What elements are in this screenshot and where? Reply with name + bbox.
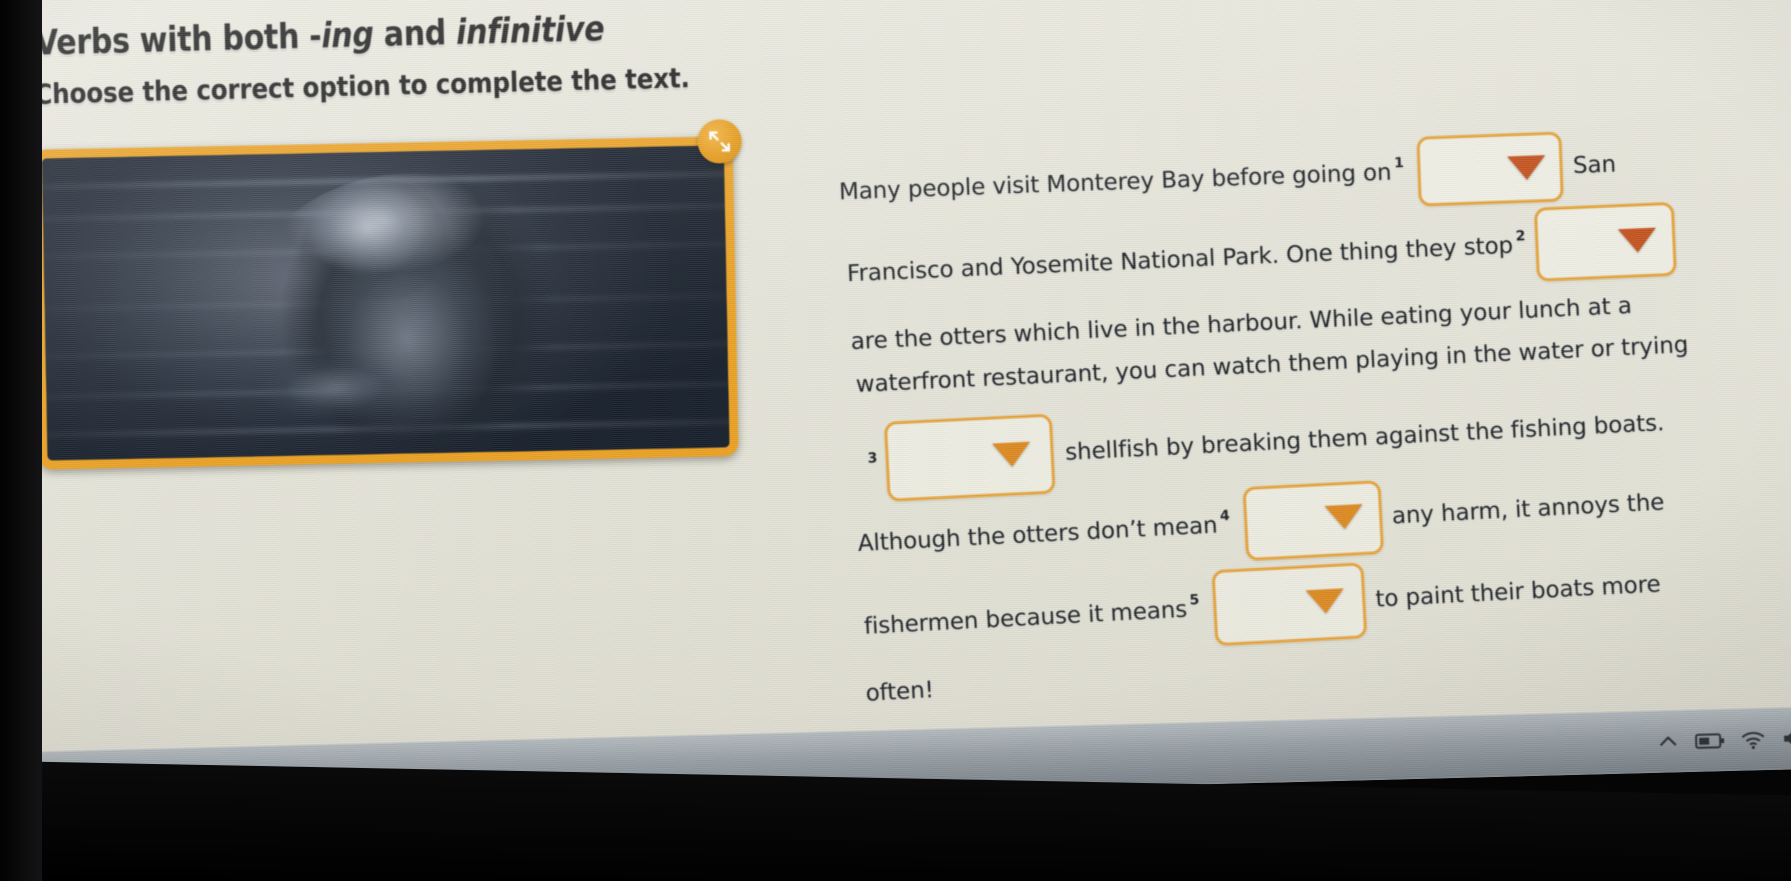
- line-7-text-before: fishermen because it means: [863, 596, 1188, 640]
- line-7-text-after: to paint their boats more: [1374, 571, 1662, 613]
- show-hidden-icons-chevron-up-icon[interactable]: [1657, 730, 1680, 753]
- system-tray: [1657, 727, 1791, 753]
- exercise-image-card: [32, 119, 743, 470]
- line-6-text-before: Although the otters don’t mean: [857, 512, 1219, 558]
- exercise-page: Verbs with both -ing and infinitive Choo…: [0, 0, 1791, 816]
- line-8-text: often!: [864, 677, 935, 707]
- dropdown-5[interactable]: [1211, 562, 1368, 647]
- line-5-text-after: shellfish by breaking them against the f…: [1064, 410, 1665, 466]
- line-5-marker: 3: [867, 450, 878, 467]
- dropdown-3[interactable]: [883, 413, 1056, 502]
- page-title-infinitive: infinitive: [455, 9, 605, 54]
- dropdown-4[interactable]: [1242, 480, 1384, 562]
- monitor-photo: Verbs with both -ing and infinitive Choo…: [0, 0, 1791, 881]
- line-1-text-after: San: [1572, 151, 1617, 180]
- chevron-down-icon: [991, 441, 1031, 468]
- passage-text: Many people visit Monterey Bay before go…: [838, 131, 1768, 707]
- chevron-down-icon: [1305, 588, 1346, 615]
- chevron-down-icon: [1324, 504, 1364, 530]
- otter-photo: [41, 145, 730, 461]
- expand-image-button[interactable]: [697, 119, 743, 164]
- chevron-down-icon: [1618, 227, 1658, 254]
- wifi-icon[interactable]: [1741, 728, 1766, 751]
- line-6-marker: 4: [1219, 507, 1231, 525]
- monitor-bezel-bottom: [0, 761, 1791, 881]
- line-1-text-before: Many people visit Monterey Bay before go…: [838, 159, 1392, 206]
- expand-arrows-icon: [709, 131, 731, 152]
- line-7-marker: 5: [1189, 592, 1200, 609]
- dropdown-2[interactable]: [1534, 201, 1678, 282]
- line-2-text-before: Francisco and Yosemite National Park. On…: [846, 232, 1514, 288]
- page-title: Verbs with both -ing and infinitive: [34, 9, 604, 63]
- instruction-text: Choose the correct option to complete th…: [33, 61, 691, 111]
- line-2-marker: 2: [1515, 228, 1526, 245]
- line-6-text-after: any harm, it annoys the: [1391, 489, 1665, 530]
- passage-line-8: often!: [865, 677, 934, 707]
- line-1-marker: 1: [1393, 155, 1405, 172]
- monitor-bezel-left: [0, 0, 42, 881]
- dropdown-1[interactable]: [1416, 131, 1565, 207]
- page-title-plain: Verbs with both -: [34, 16, 322, 64]
- chevron-down-icon: [1507, 155, 1547, 181]
- monitor-screen: Verbs with both -ing and infinitive Choo…: [0, 0, 1791, 816]
- battery-icon[interactable]: [1695, 730, 1725, 751]
- volume-speaker-icon[interactable]: [1781, 727, 1791, 750]
- page-title-ing: ing: [320, 15, 375, 57]
- page-title-mid: and: [373, 13, 457, 56]
